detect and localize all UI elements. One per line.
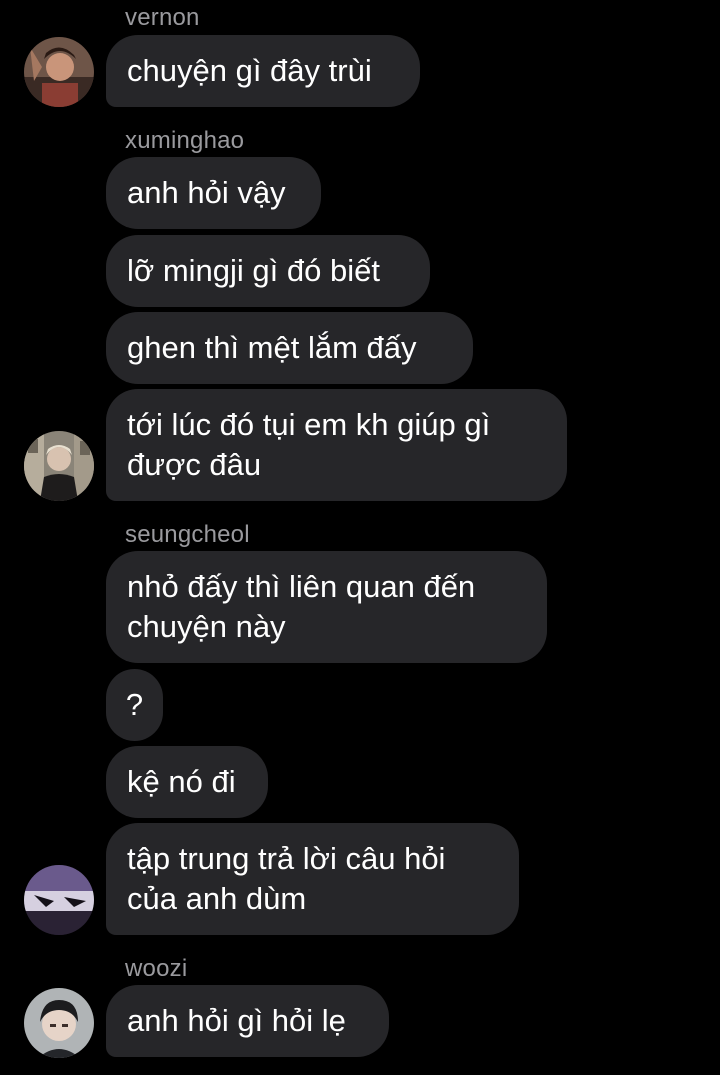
message-bubble[interactable]: ghen thì mệt lắm đấy [106,312,473,384]
message-text: lỡ mingji gì đó biết [127,253,380,288]
message-text: anh hỏi gì hỏi lẹ [127,1003,346,1038]
message-text: nhỏ đấy thì liên quan đến chuyện này [127,569,476,644]
sender-name-woozi: woozi [125,955,188,982]
message-bubble[interactable]: kệ nó đi [106,746,268,818]
message-text: tới lúc đó tụi em kh giúp gì được đâu [127,407,491,482]
sender-name-xuminghao: xuminghao [125,127,245,154]
message-text: anh hỏi vậy [127,175,286,210]
sender-name-seungcheol: seungcheol [125,521,250,548]
message-bubble[interactable]: chuyện gì đây trùi [106,35,420,107]
message-bubble[interactable]: nhỏ đấy thì liên quan đến chuyện này [106,551,547,663]
message-text: ghen thì mệt lắm đấy [127,330,417,365]
message-text: chuyện gì đây trùi [127,53,372,88]
message-bubble[interactable]: tới lúc đó tụi em kh giúp gì được đâu [106,389,567,501]
message-bubble[interactable]: anh hỏi gì hỏi lẹ [106,985,389,1057]
avatar-vernon[interactable] [24,37,94,107]
message-bubble[interactable]: anh hỏi vậy [106,157,321,229]
message-text: ? [125,687,144,722]
message-bubble[interactable]: tập trung trả lời câu hỏi của anh dùm [106,823,519,935]
message-bubble[interactable]: lỡ mingji gì đó biết [106,235,430,307]
message-bubble[interactable]: ? [106,669,163,741]
avatar-woozi[interactable] [24,988,94,1058]
avatar-seungcheol[interactable] [24,865,94,935]
sender-name-vernon: vernon [125,4,200,31]
message-text: tập trung trả lời câu hỏi của anh dùm [127,841,446,916]
avatar-xuminghao[interactable] [24,431,94,501]
message-text: kệ nó đi [127,764,236,799]
